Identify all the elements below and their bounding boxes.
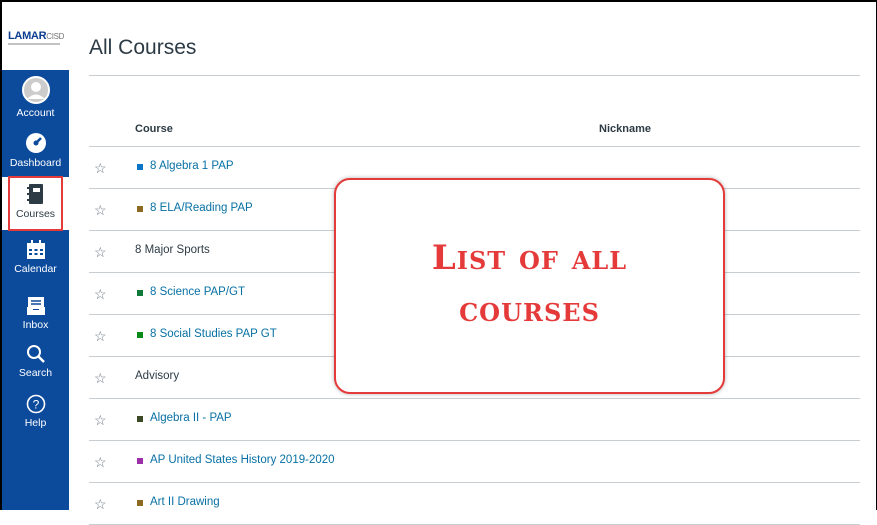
nav-item-calendar[interactable]: Calendar <box>2 240 69 275</box>
course-link[interactable]: AP United States History 2019-2020 <box>150 454 335 466</box>
dashboard-icon <box>25 133 46 153</box>
favorite-star-icon[interactable]: ☆ <box>94 328 107 345</box>
table-row: ☆ Art II Drawing <box>89 483 860 525</box>
title-divider <box>89 75 860 76</box>
favorite-star-icon[interactable]: ☆ <box>94 370 107 387</box>
course-color-swatch <box>137 164 143 170</box>
course-link[interactable]: 8 Algebra 1 PAP <box>150 160 234 172</box>
course-color-swatch <box>137 416 143 422</box>
nav-item-search[interactable]: Search <box>2 344 69 379</box>
nav-item-inbox[interactable]: Inbox <box>2 296 69 331</box>
lamar-cisd-logo[interactable]: LAMARCISD <box>2 2 69 70</box>
nav-label-account: Account <box>16 107 55 119</box>
nav-item-help[interactable]: ? Help <box>2 394 69 429</box>
favorite-star-icon[interactable]: ☆ <box>94 202 107 219</box>
favorite-star-icon[interactable]: ☆ <box>94 412 107 429</box>
course-color-swatch <box>137 332 143 338</box>
favorite-star-icon[interactable]: ☆ <box>94 496 107 513</box>
search-icon <box>26 345 45 363</box>
course-link[interactable]: 8 ELA/Reading PAP <box>150 202 253 214</box>
table-row: ☆ Algebra II - PAP <box>89 399 860 441</box>
course-color-swatch <box>137 458 143 464</box>
course-color-swatch <box>137 500 143 506</box>
table-header-row <box>89 105 860 147</box>
nav-label-help: Help <box>24 417 47 429</box>
nav-label-search: Search <box>18 367 53 379</box>
inbox-icon <box>26 297 45 315</box>
courses-highlight-annotation <box>8 176 63 231</box>
course-link[interactable]: 8 Science PAP/GT <box>150 286 245 298</box>
favorite-star-icon[interactable]: ☆ <box>94 454 107 471</box>
logo-tagline-bar <box>8 43 60 45</box>
course-link[interactable]: Algebra II - PAP <box>150 412 232 424</box>
nav-item-account[interactable]: Account <box>2 76 69 119</box>
callout-line-2: courses <box>459 290 600 330</box>
avatar-icon <box>21 76 50 104</box>
calendar-icon <box>26 240 45 259</box>
favorite-star-icon[interactable]: ☆ <box>94 244 107 261</box>
course-link[interactable]: Art II Drawing <box>150 496 220 508</box>
course-color-swatch <box>137 290 143 296</box>
nav-item-dashboard[interactable]: Dashboard <box>2 132 69 169</box>
svg-text:?: ? <box>32 398 39 412</box>
logo-suffix: CISD <box>46 32 65 41</box>
annotation-callout: List of all courses <box>334 178 725 394</box>
course-name: 8 Major Sports <box>135 244 210 256</box>
course-name: Advisory <box>135 370 180 382</box>
nav-label-inbox: Inbox <box>22 319 49 331</box>
help-icon: ? <box>26 394 45 414</box>
callout-line-1: List of all <box>431 238 628 278</box>
global-nav: Account Dashboard Courses Calendar Inbox… <box>2 70 69 510</box>
course-link[interactable]: 8 Social Studies PAP GT <box>150 328 277 340</box>
course-color-swatch <box>137 206 143 212</box>
favorite-star-icon[interactable]: ☆ <box>94 286 107 303</box>
page-title: All Courses <box>89 36 197 59</box>
logo-text: LAMAR <box>8 30 47 42</box>
table-row: ☆ AP United States History 2019-2020 <box>89 441 860 483</box>
nav-label-dashboard: Dashboard <box>9 157 62 169</box>
nav-label-calendar: Calendar <box>14 263 57 275</box>
favorite-star-icon[interactable]: ☆ <box>94 160 107 177</box>
